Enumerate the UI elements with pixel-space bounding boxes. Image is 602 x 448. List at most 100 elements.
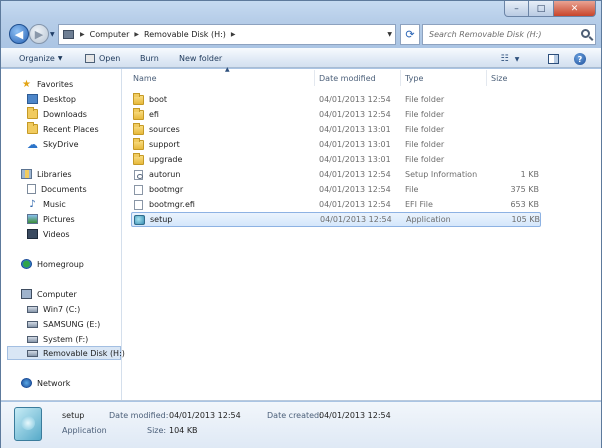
file-row[interactable]: bootmgr 04/01/2013 12:54 File 375 KB (131, 182, 541, 197)
file-size: 105 KB (511, 215, 540, 224)
chevron-down-icon: ▼ (514, 55, 520, 63)
details-date-created-value: 04/01/2013 12:54 (319, 411, 391, 420)
nav-pictures[interactable]: Pictures (27, 212, 75, 226)
new-folder-label: New folder (179, 53, 223, 63)
view-options-icon: ☷ (500, 54, 509, 64)
nav-drive-h[interactable]: Removable Disk (H:) (7, 346, 125, 360)
desktop-icon (27, 94, 38, 104)
details-file-name: setup (62, 411, 85, 420)
file-name-cell: support (133, 137, 180, 150)
computer-icon (63, 30, 74, 39)
nav-computer[interactable]: Computer (21, 287, 77, 301)
breadcrumb-computer[interactable]: Computer (90, 30, 130, 39)
nav-favorites[interactable]: ★ Favorites (21, 77, 73, 91)
column-header-type[interactable]: Type (401, 70, 487, 86)
file-name-cell: bootmgr.efi (133, 199, 195, 210)
nav-network[interactable]: Network (21, 376, 70, 390)
nav-label: Desktop (43, 94, 76, 104)
details-date-modified-label: Date modified: (109, 411, 169, 420)
search-box[interactable] (422, 24, 596, 45)
forward-button[interactable]: ▶ (29, 24, 49, 44)
star-icon: ★ (22, 78, 31, 90)
address-bar[interactable]: ▶ Computer ▶ Removable Disk (H:) ▶ ▼ (58, 24, 396, 45)
refresh-button[interactable]: ⟳ (400, 24, 420, 45)
file-row[interactable]: upgrade 04/01/2013 13:01 File folder (131, 152, 541, 167)
file-date: 04/01/2013 12:54 (319, 110, 391, 119)
breadcrumb-separator-icon[interactable]: ▶ (231, 31, 236, 38)
search-input[interactable] (429, 30, 579, 39)
back-button[interactable]: ◀ (9, 24, 29, 44)
column-label: Date modified (319, 73, 376, 83)
burn-label: Burn (140, 53, 159, 63)
help-button[interactable]: ? (573, 51, 587, 67)
file-name: support (149, 140, 180, 149)
removable-drive-icon (27, 349, 38, 357)
application-icon (134, 214, 145, 225)
nav-label: SAMSUNG (E:) (43, 319, 101, 329)
file-row-selected[interactable]: setup 04/01/2013 12:54 Application 105 K… (131, 212, 541, 227)
nav-label: Homegroup (37, 259, 84, 269)
nav-label: Videos (43, 229, 70, 239)
file-row[interactable]: support 04/01/2013 13:01 File folder (131, 137, 541, 152)
column-label: Type (405, 73, 424, 83)
refresh-icon: ⟳ (405, 28, 415, 41)
file-row[interactable]: boot 04/01/2013 12:54 File folder (131, 92, 541, 107)
nav-videos[interactable]: Videos (27, 227, 70, 241)
homegroup-icon (21, 259, 32, 269)
nav-recent-places[interactable]: Recent Places (27, 122, 99, 136)
column-header-size[interactable]: Size (487, 70, 543, 86)
nav-label: Downloads (43, 109, 87, 119)
column-header-name[interactable]: Name ▲ (129, 66, 315, 86)
minimize-button[interactable]: – (504, 1, 529, 17)
column-label: Name (133, 73, 157, 83)
caption-buttons: – □ ✕ (504, 1, 596, 17)
recent-pages-dropdown[interactable]: ▼ (50, 31, 55, 38)
file-row[interactable]: autorun 04/01/2013 12:54 Setup Informati… (131, 167, 541, 182)
close-button[interactable]: ✕ (554, 1, 596, 17)
file-row[interactable]: efi 04/01/2013 12:54 File folder (131, 107, 541, 122)
burn-button[interactable]: Burn (140, 48, 159, 68)
file-type: Application (406, 215, 451, 224)
file-name-cell: sources (133, 122, 180, 135)
nav-drive-f[interactable]: System (F:) (27, 332, 88, 346)
network-icon (21, 378, 32, 388)
file-name: setup (150, 215, 173, 224)
nav-music[interactable]: ♪ Music (27, 197, 65, 211)
nav-homegroup[interactable]: Homegroup (21, 257, 84, 271)
nav-label: Documents (41, 184, 87, 194)
file-type: File (405, 185, 419, 194)
nav-libraries[interactable]: Libraries (21, 167, 72, 181)
breadcrumb-separator-icon[interactable]: ▶ (80, 31, 85, 38)
file-row[interactable]: sources 04/01/2013 13:01 File folder (131, 122, 541, 137)
nav-desktop[interactable]: Desktop (27, 92, 76, 106)
file-row[interactable]: bootmgr.efi 04/01/2013 12:54 EFI File 65… (131, 197, 541, 212)
file-type: File folder (405, 155, 445, 164)
preview-pane-button[interactable] (546, 51, 560, 67)
nav-downloads[interactable]: Downloads (27, 107, 87, 121)
organize-button[interactable]: Organize ▼ (19, 48, 62, 68)
maximize-button[interactable]: □ (529, 1, 554, 17)
file-name: autorun (149, 170, 181, 179)
file-type: EFI File (405, 200, 433, 209)
nav-documents[interactable]: Documents (27, 182, 87, 196)
new-folder-button[interactable]: New folder (179, 48, 222, 68)
breadcrumb-removable-disk[interactable]: Removable Disk (H:) (144, 30, 226, 39)
breadcrumb-separator-icon[interactable]: ▶ (134, 31, 139, 38)
file-name-cell: boot (133, 92, 167, 105)
nav-drive-e[interactable]: SAMSUNG (E:) (27, 317, 100, 331)
change-view-button[interactable]: ☷ ▼ (495, 51, 525, 67)
documents-icon (27, 184, 36, 194)
details-pane: setup Application Date modified: 04/01/2… (1, 402, 601, 448)
nav-skydrive[interactable]: ☁ SkyDrive (27, 137, 79, 151)
file-type: File folder (405, 125, 445, 134)
cloud-icon: ☁ (27, 137, 38, 151)
column-header-date[interactable]: Date modified (315, 70, 401, 86)
address-history-dropdown-icon[interactable]: ▼ (387, 31, 392, 38)
videos-icon (27, 229, 38, 239)
nav-label: Removable Disk (H:) (43, 348, 125, 358)
file-name: bootmgr (149, 185, 184, 194)
search-icon[interactable] (581, 29, 590, 38)
open-button[interactable]: Open (85, 48, 120, 68)
nav-drive-c[interactable]: Win7 (C:) (27, 302, 80, 316)
file-date: 04/01/2013 12:54 (320, 215, 392, 224)
